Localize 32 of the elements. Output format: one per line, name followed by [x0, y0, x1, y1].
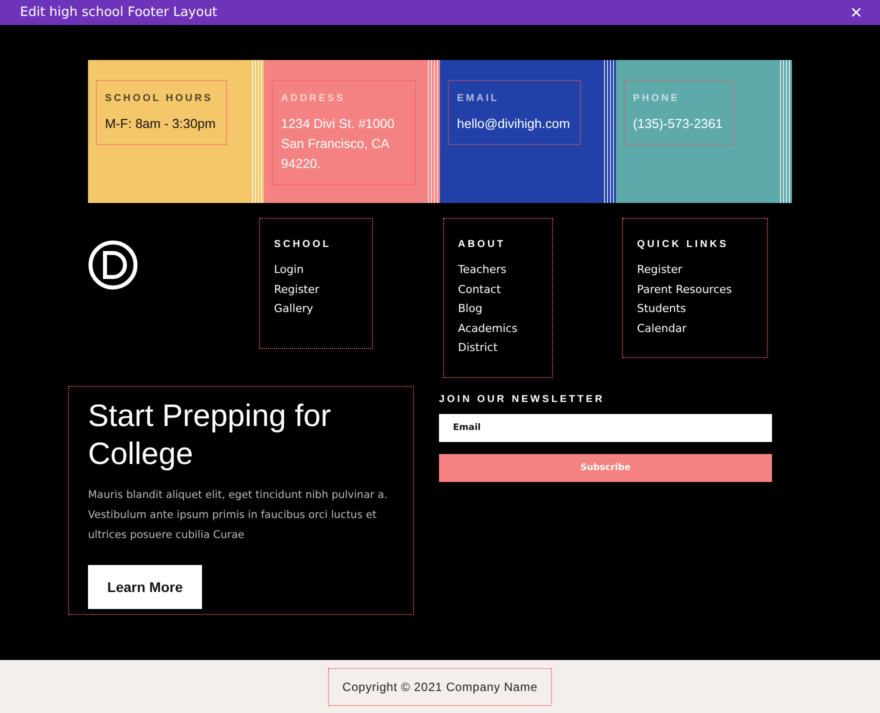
footer-link[interactable]: Blog — [458, 299, 538, 318]
footer-link[interactable]: District — [458, 338, 538, 358]
learn-more-button[interactable]: Learn More — [88, 565, 202, 609]
column-heading: QUICK LINKS — [637, 239, 730, 250]
footer-link[interactable]: Gallery — [274, 299, 358, 318]
card-text: M-F: 8am - 3:30pm — [105, 115, 216, 133]
footer-link[interactable]: Register — [637, 260, 753, 280]
email-field[interactable]: Email — [439, 414, 772, 442]
close-button[interactable]: × — [846, 2, 866, 22]
footer-link[interactable]: Teachers — [458, 260, 538, 280]
card-text: 1234 Divi St. #1000 San Francisco, CA 94220. — [281, 115, 396, 173]
window-title: Edit high school Footer Layout — [20, 5, 218, 20]
card-text: (135)-573-2361 — [633, 115, 723, 133]
footer-link[interactable]: Calendar — [637, 318, 753, 338]
card-label: PHONE — [633, 93, 681, 104]
footer-link[interactable]: Contact — [458, 280, 538, 299]
card-label: ADDRESS — [281, 93, 346, 104]
footer-link[interactable]: Login — [274, 260, 358, 280]
card-text: hello@divihigh.com — [457, 115, 570, 133]
newsletter-heading: JOIN OUR NEWSLETTER — [439, 394, 606, 405]
column-heading: ABOUT — [458, 239, 507, 250]
promo-heading: Start Prepping for College — [88, 397, 332, 473]
footer-link[interactable]: Register — [274, 280, 358, 299]
card-label: EMAIL — [457, 93, 500, 104]
promo-text: Mauris blandit aliquet elit, eget tincidunt nibh pulvinar a. Vestibulum ante ipsum primis in faucibus orci luctus et ultrices posuere cubilia Curae — [88, 488, 388, 543]
logo-icon — [88, 240, 138, 290]
footer-link[interactable]: Parent Resources — [637, 280, 753, 299]
footer-link[interactable]: Students — [637, 299, 753, 318]
footer-link[interactable]: Academics — [458, 318, 538, 338]
column-heading: SCHOOL — [274, 239, 332, 250]
card-label: SCHOOL HOURS — [105, 93, 214, 104]
copyright-text: Copyright © 2021 Company Name — [328, 668, 552, 706]
